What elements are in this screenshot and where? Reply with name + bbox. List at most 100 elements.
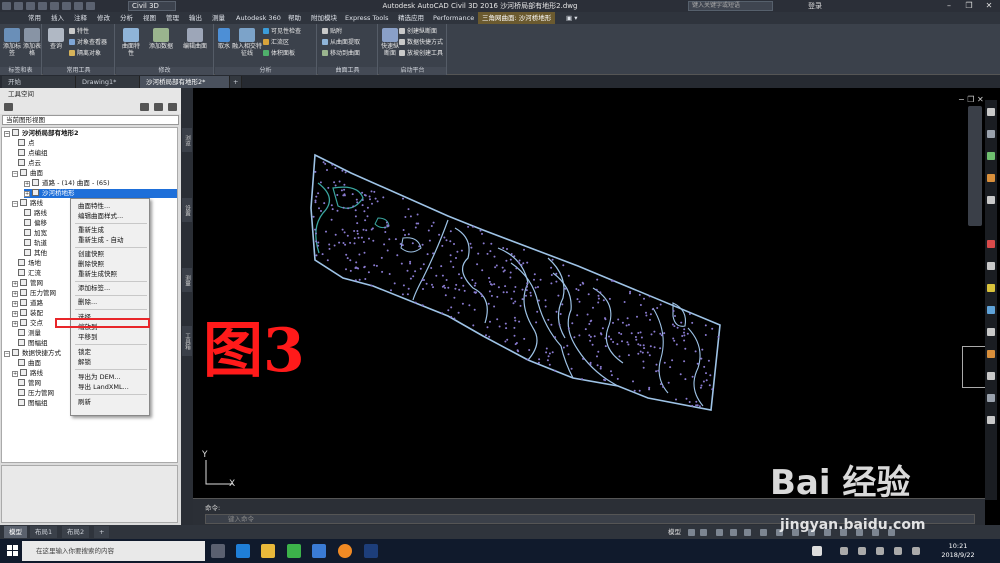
tab-autodesk-360[interactable]: Autodesk 360 xyxy=(232,12,285,24)
tab-survey[interactable]: 测量 xyxy=(208,12,229,24)
tree-item-intersections[interactable]: + 交点 xyxy=(12,319,43,328)
isolate-objects-button[interactable]: 隔离对象 xyxy=(69,50,101,58)
tab-performance[interactable]: Performance xyxy=(429,12,478,24)
add-tables-button[interactable]: 添加表格 xyxy=(22,28,42,57)
tree-item-pressure-networks[interactable]: + 压力管网 xyxy=(12,289,56,298)
tree-item-surfaces[interactable]: − 曲面 xyxy=(12,169,43,178)
tree-item-offset[interactable]: 偏移 xyxy=(24,219,47,228)
tree-item-ds-surfaces[interactable]: 曲面 xyxy=(18,359,41,368)
tool-icon[interactable] xyxy=(987,284,995,292)
undo-icon[interactable] xyxy=(74,2,83,10)
volumes-dashboard-button[interactable]: 体积面板 xyxy=(263,50,295,58)
doc-tab-current[interactable]: 沙河桥局部有地形2* xyxy=(140,76,230,88)
ime-icon[interactable] xyxy=(812,546,822,556)
tool-icon[interactable] xyxy=(987,196,995,204)
close-button[interactable]: ✕ xyxy=(980,0,998,12)
ortho-icon[interactable] xyxy=(716,529,723,536)
tree-item-corridor-surfaces[interactable]: + 道路 - (14) 曲面 - (65) xyxy=(24,179,110,188)
menu-item-rebuild-snapshot[interactable]: 重新生成快照 xyxy=(71,270,149,279)
snap-icon[interactable] xyxy=(700,529,707,536)
tool-icon[interactable] xyxy=(987,174,995,182)
navigation-bar[interactable] xyxy=(968,106,982,226)
tab-express-tools[interactable]: Express Tools xyxy=(341,12,392,24)
tree-item-alignments[interactable]: − 路线 xyxy=(12,199,43,208)
menu-item-rebuild-automatic[interactable]: 重新生成 - 自动 xyxy=(71,236,149,245)
menu-item-export-landxml[interactable]: 导出 LandXML... xyxy=(71,383,149,392)
edge-icon[interactable] xyxy=(236,544,250,558)
saveas-icon[interactable] xyxy=(50,2,59,10)
tree-item-ds-pressure[interactable]: 压力管网 xyxy=(18,389,54,398)
tree-item-point-groups[interactable]: 点编组 xyxy=(18,149,48,158)
tree-item-centerline[interactable]: 路线 xyxy=(24,209,47,218)
drawing-canvas[interactable]: Y X xyxy=(193,88,1000,498)
side-tab-toolbox[interactable]: 工具箱 xyxy=(182,326,192,356)
model-space-button[interactable]: 模型 xyxy=(668,525,681,539)
redo-icon[interactable] xyxy=(86,2,95,10)
tree-item-view-frames[interactable]: 图幅组 xyxy=(18,339,48,348)
tab-analyze[interactable]: 分析 xyxy=(116,12,137,24)
minimize-button[interactable]: – xyxy=(940,0,958,12)
side-tab-settings[interactable]: 设置 xyxy=(182,198,192,222)
toggle-icon[interactable] xyxy=(154,103,163,111)
tree-item-ds-view-frames[interactable]: 图幅组 xyxy=(18,399,48,408)
maximize-button[interactable]: ❐ xyxy=(960,0,978,12)
tab-home[interactable]: 常用 xyxy=(24,12,45,24)
tree-item-ds-alignments[interactable]: + 路线 xyxy=(12,369,43,378)
help-search-input[interactable]: 键入关键字或短语 xyxy=(688,1,773,11)
menu-item-add-labels[interactable]: 添加标签... xyxy=(71,284,149,293)
tree-item-rail[interactable]: 轨道 xyxy=(24,239,47,248)
add-layout-button[interactable]: + xyxy=(94,526,110,538)
clock-date[interactable]: 2018/9/22 xyxy=(936,551,980,559)
add-labels-button[interactable]: 添加标签 xyxy=(2,28,22,57)
tool-icon[interactable] xyxy=(987,152,995,160)
menu-item-rebuild[interactable]: 重新生成 xyxy=(71,226,149,235)
help-icon[interactable] xyxy=(168,103,177,111)
power-icon[interactable] xyxy=(894,547,902,555)
tool-icon[interactable] xyxy=(987,416,995,424)
tree-item-corridors[interactable]: + 道路 xyxy=(12,299,43,308)
water-drop-button[interactable]: 取水 xyxy=(217,28,231,50)
open-icon[interactable] xyxy=(26,2,35,10)
plot-icon[interactable] xyxy=(62,2,71,10)
menu-item-surface-properties[interactable]: 曲面特性... xyxy=(71,202,149,211)
tree-item-sites[interactable]: 场地 xyxy=(18,259,41,268)
tab-annotate[interactable]: 注释 xyxy=(70,12,91,24)
tab-manage[interactable]: 管理 xyxy=(162,12,183,24)
clock-time[interactable]: 10:21 xyxy=(943,542,973,550)
create-profile-button[interactable]: 创建纵断面 xyxy=(399,28,437,36)
new-tab-button[interactable]: + xyxy=(230,76,242,88)
tab-insert[interactable]: 插入 xyxy=(47,12,68,24)
tab-tin-surface[interactable]: 三角网曲面: 沙河桥地形 xyxy=(478,12,556,24)
tree-item-shahe-surface[interactable]: + 沙河桥地形 xyxy=(24,189,177,198)
inquiry-button[interactable]: 查询 xyxy=(46,28,66,50)
menu-item-unlock[interactable]: 解锁 xyxy=(71,358,149,367)
tree-view-icon[interactable] xyxy=(4,103,13,111)
taskbar-search-input[interactable]: 在这里输入你要搜索的内容 xyxy=(22,541,205,561)
visibility-check-button[interactable]: 可见性检查 xyxy=(263,28,301,36)
osnap-icon[interactable] xyxy=(744,529,751,536)
tree-item-point-clouds[interactable]: 点云 xyxy=(18,159,41,168)
language-icon[interactable] xyxy=(912,547,920,555)
menu-item-remove-snapshot[interactable]: 删除快照 xyxy=(71,260,149,269)
side-tab-survey[interactable]: 测量 xyxy=(182,268,192,292)
grid-icon[interactable] xyxy=(688,529,695,536)
tree-item-ds-pipes[interactable]: 管网 xyxy=(18,379,41,388)
tab-view[interactable]: 视图 xyxy=(139,12,160,24)
tab-layout1[interactable]: 布局1 xyxy=(30,526,58,538)
doc-tab-start[interactable]: 开始 xyxy=(2,76,76,88)
tool-icon[interactable] xyxy=(987,130,995,138)
menu-item-export-dem[interactable]: 导出为 DEM... xyxy=(71,373,149,382)
menu-item-create-snapshot[interactable]: 创建快照 xyxy=(71,250,149,259)
properties-button[interactable]: 特性 xyxy=(69,28,89,36)
quick-profile-button[interactable]: 快速纵断面 xyxy=(381,28,399,57)
ribbon-toggle-icon[interactable]: ▣ ▾ xyxy=(562,12,581,24)
view-select[interactable]: 当前图形视图 xyxy=(2,115,179,125)
tree-item-catchments[interactable]: 汇流 xyxy=(18,269,41,278)
save-icon[interactable] xyxy=(38,2,47,10)
tree-item-points[interactable]: 点 xyxy=(18,139,35,148)
tab-output[interactable]: 输出 xyxy=(185,12,206,24)
tab-featured-apps[interactable]: 精选应用 xyxy=(394,12,428,24)
catchment-feature-button[interactable]: 融入相交特征线 xyxy=(232,28,262,57)
grading-creation-tools-button[interactable]: 放坡创建工具 xyxy=(399,50,443,58)
tab-help[interactable]: 帮助 xyxy=(284,12,305,24)
